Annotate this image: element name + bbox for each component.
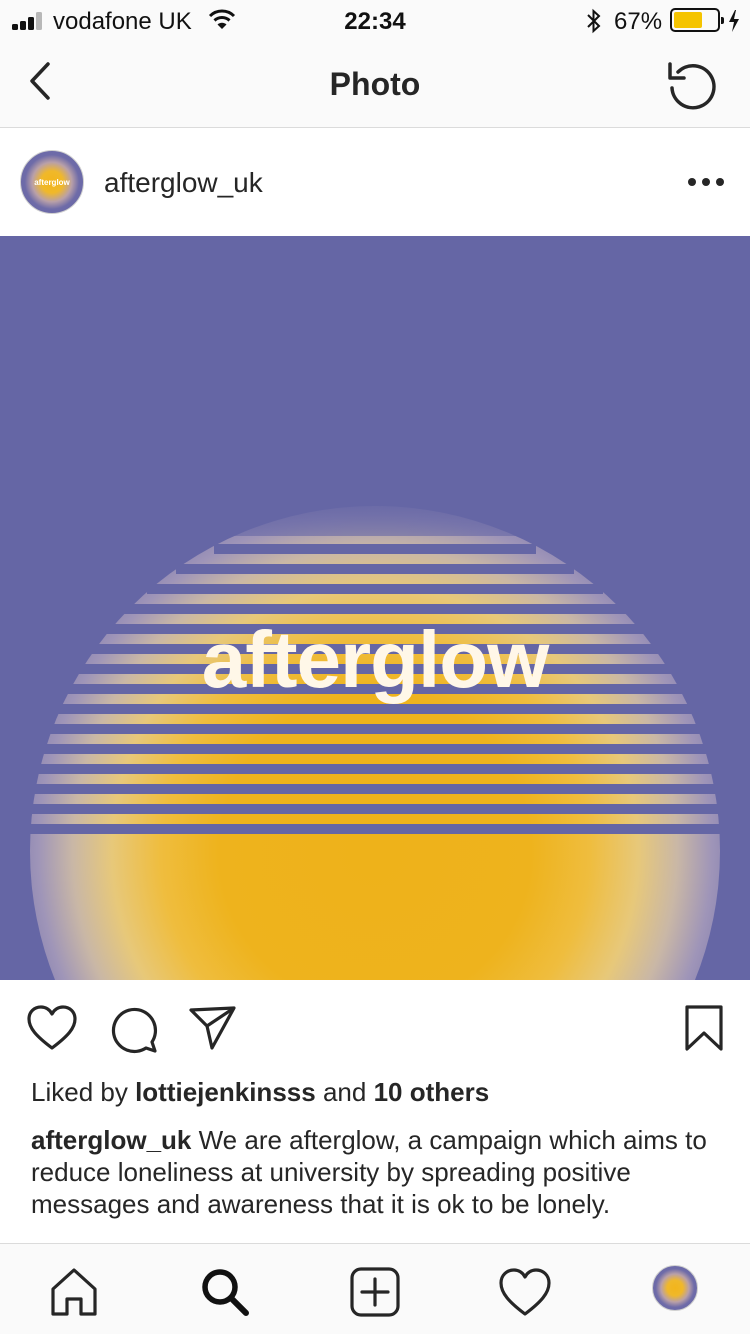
horizon-stripe	[146, 584, 604, 594]
charging-icon	[729, 10, 739, 32]
image-brand-text: afterglow	[201, 615, 550, 704]
heart-icon[interactable]	[26, 1004, 78, 1052]
horizon-stripe	[23, 764, 727, 774]
status-bar: vodafone UK 22:34 67%	[0, 0, 750, 40]
horizon-stripe	[14, 804, 736, 814]
tab-bar	[0, 1243, 750, 1334]
home-icon[interactable]	[46, 1264, 102, 1320]
horizon-stripe	[176, 564, 574, 574]
horizon-stripe	[29, 744, 721, 754]
refresh-icon[interactable]	[664, 58, 720, 110]
battery-fill	[674, 12, 703, 28]
sky-mask	[0, 236, 750, 536]
battery-percent: 67%	[614, 8, 663, 35]
avatar-logo-text: afterglow	[34, 178, 70, 187]
likes-summary[interactable]: Liked by lottiejenkinsss and 10 others	[31, 1077, 489, 1108]
liked-by-user[interactable]: lottiejenkinsss	[135, 1077, 316, 1107]
horizon-stripe	[11, 824, 739, 834]
horizon-stripe	[214, 544, 536, 554]
comment-icon[interactable]	[108, 1004, 158, 1054]
more-options-icon[interactable]	[688, 178, 724, 188]
likes-prefix: Liked by	[31, 1077, 128, 1107]
profile-avatar[interactable]	[652, 1265, 698, 1311]
page-title: Photo	[329, 66, 421, 102]
battery-icon	[670, 8, 724, 32]
caption-username[interactable]: afterglow_uk	[31, 1125, 191, 1155]
post-caption: afterglow_uk We are afterglow, a campaig…	[31, 1124, 721, 1244]
bluetooth-icon	[587, 8, 601, 34]
horizon-stripe	[18, 784, 732, 794]
bookmark-icon[interactable]	[684, 1004, 724, 1052]
avatar[interactable]: afterglow	[20, 150, 84, 214]
post-actions	[0, 980, 750, 1070]
sun-graphic	[30, 506, 720, 980]
post-header: afterglow afterglow_uk	[0, 129, 750, 236]
likes-others[interactable]: 10 others	[374, 1077, 490, 1107]
share-icon[interactable]	[188, 1004, 238, 1052]
post-image[interactable]: afterglow	[0, 236, 750, 980]
horizon-stripe	[122, 604, 628, 614]
horizon-stripe	[37, 724, 713, 734]
new-post-icon[interactable]	[347, 1264, 403, 1320]
activity-icon[interactable]	[497, 1264, 553, 1320]
search-icon[interactable]	[197, 1264, 253, 1320]
post-username[interactable]: afterglow_uk	[104, 167, 263, 199]
navigation-bar: Photo	[0, 40, 750, 128]
likes-middle: and	[322, 1077, 367, 1107]
